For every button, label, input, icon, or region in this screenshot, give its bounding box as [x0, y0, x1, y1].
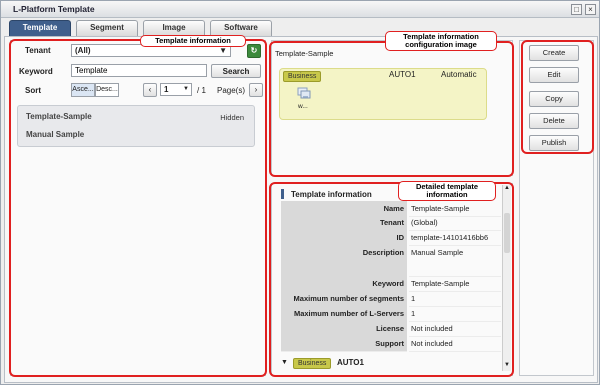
segment-badge: Business — [293, 358, 332, 369]
restore-icon[interactable]: □ — [571, 4, 582, 15]
heading-marker — [281, 189, 284, 199]
chevron-left-icon: ‹ — [148, 85, 152, 94]
detail-value: Not included — [409, 321, 501, 337]
detail-key: Support — [281, 336, 407, 352]
publish-button[interactable]: Publish — [529, 135, 579, 151]
detail-value: Not included — [409, 336, 501, 352]
detail-key: Tenant — [281, 215, 407, 231]
detail-value: Template-Sample — [409, 276, 501, 292]
title-bar: L-Platform Template □ × — [1, 1, 599, 18]
edit-button[interactable]: Edit — [529, 67, 579, 83]
close-icon[interactable]: × — [585, 4, 596, 15]
sort-label: Sort — [25, 86, 41, 95]
server-label: w... — [298, 103, 308, 110]
detailed-information-callout: Detailed template information — [398, 181, 496, 201]
list-item[interactable]: Manual Sample — [26, 130, 84, 139]
l-platform-template-window: L-Platform Template □ × Template Segment… — [0, 0, 600, 385]
page-total: / 1 — [197, 86, 206, 95]
tab-image[interactable]: Image — [143, 20, 205, 36]
detail-value: Manual Sample — [409, 245, 501, 277]
window-title: L-Platform Template — [13, 4, 95, 14]
detail-key: ID — [281, 230, 407, 246]
next-page-button[interactable]: › — [249, 83, 263, 97]
chevron-down-icon: ▼ — [183, 86, 189, 92]
list-item[interactable]: Template-Sample — [26, 112, 92, 121]
detail-key: Maximum number of L-Servers — [281, 306, 407, 322]
detail-key: License — [281, 321, 407, 337]
chevron-right-icon: › — [254, 85, 258, 94]
detail-key: Description — [281, 245, 407, 277]
search-button[interactable]: Search — [211, 64, 261, 78]
detail-value: 1 — [409, 291, 501, 307]
template-information-callout: Template information — [140, 35, 246, 47]
segment-name: AUTO1 — [337, 358, 364, 367]
previous-page-button[interactable]: ‹ — [143, 83, 157, 97]
table-row: License Not included — [281, 321, 501, 337]
configuration-image-title: Template-Sample — [275, 49, 334, 58]
segment-name: AUTO1 — [389, 70, 416, 79]
detail-value: 1 — [409, 306, 501, 322]
server-icon[interactable] — [297, 87, 311, 100]
configuration-image-callout: Template information configuration image — [385, 31, 497, 51]
segment-badge: Business — [283, 71, 322, 82]
table-row: Maximum number of L-Servers 1 — [281, 306, 501, 322]
table-row: Description Manual Sample — [281, 245, 501, 277]
detail-value: template-14101416bb6 — [409, 230, 501, 246]
create-button[interactable]: Create — [529, 45, 579, 61]
table-row: Maximum number of segments 1 — [281, 291, 501, 307]
sort-ascending-button[interactable]: Asce... — [71, 83, 95, 97]
pages-label: Page(s) — [217, 86, 246, 95]
table-row: Support Not included — [281, 336, 501, 352]
detail-heading: Template information — [291, 190, 372, 199]
table-row: Keyword Template-Sample — [281, 276, 501, 292]
tenant-select-value: (All) — [75, 46, 91, 55]
scroll-thumb[interactable] — [504, 213, 510, 253]
copy-button[interactable]: Copy — [529, 91, 579, 107]
detail-scrollbar[interactable]: ▲ ▼ — [502, 185, 511, 371]
tab-segment[interactable]: Segment — [76, 20, 138, 36]
keyword-input[interactable] — [71, 64, 207, 77]
scroll-up-icon[interactable]: ▲ — [504, 185, 510, 191]
tenant-label: Tenant — [25, 46, 51, 55]
detail-key: Maximum number of segments — [281, 291, 407, 307]
segment-mode: Automatic — [441, 70, 477, 79]
tab-software[interactable]: Software — [210, 20, 272, 36]
hidden-badge: Hidden — [220, 113, 244, 122]
detail-value: (Global) — [409, 215, 501, 231]
sort-descending-button[interactable]: Desc... — [95, 83, 119, 97]
template-name: Template-Sample — [26, 112, 92, 121]
keyword-label: Keyword — [19, 67, 53, 76]
scroll-down-icon[interactable]: ▼ — [504, 362, 510, 368]
delete-button[interactable]: Delete — [529, 113, 579, 129]
page-select-value: 1 — [164, 85, 169, 94]
template-list: Template-Sample Hidden Manual Sample — [17, 105, 255, 147]
table-row: ID template-14101416bb6 — [281, 230, 501, 246]
table-row: Tenant (Global) — [281, 215, 501, 231]
detail-key: Keyword — [281, 276, 407, 292]
page-select[interactable]: 1 ▼ — [160, 83, 192, 96]
template-name: Manual Sample — [26, 130, 85, 139]
expand-triangle-icon[interactable]: ▼ — [281, 359, 288, 366]
tab-template[interactable]: Template — [9, 20, 71, 36]
refresh-icon[interactable]: ↻ — [247, 44, 261, 58]
